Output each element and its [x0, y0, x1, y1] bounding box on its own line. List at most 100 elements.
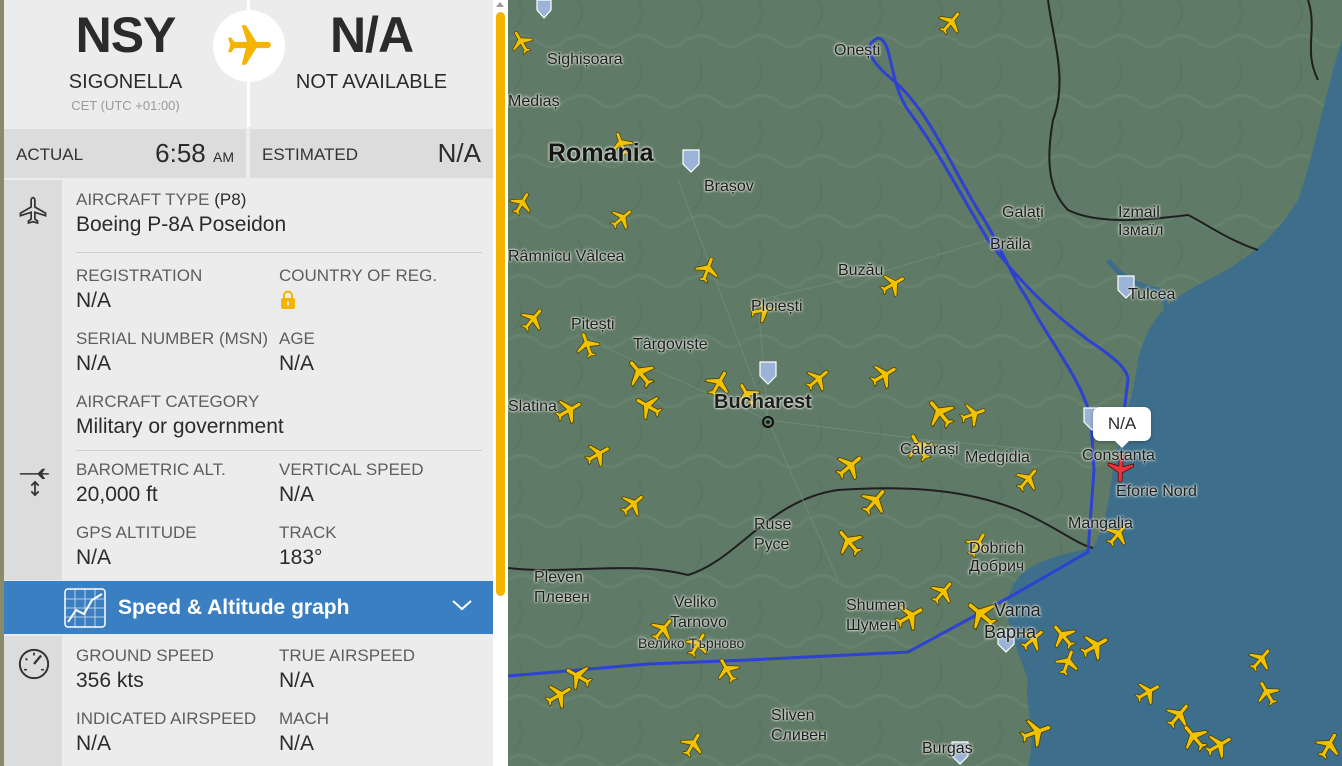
map-label-dobrich: Dobrich [969, 540, 1025, 557]
true-airspeed-value: N/A [279, 669, 315, 692]
vertical-speed-value: N/A [279, 483, 315, 506]
map-label-romania: Romania [548, 139, 654, 167]
map-label-pleven-bg: Плевен [534, 589, 590, 606]
map-label-sliven-bg: Сливен [771, 727, 827, 744]
registration-label: REGISTRATION [76, 266, 203, 285]
mach-label: MACH [279, 709, 330, 728]
scroll-thumb[interactable] [496, 12, 505, 596]
estimated-time-box: ESTIMATED N/A [250, 129, 493, 178]
ground-speed-field: GROUND SPEED 356 kts [76, 646, 214, 694]
baro-alt-label: BAROMETRIC ALT. [76, 460, 226, 479]
map-label-pleven: Pleven [534, 569, 583, 586]
map-label-braila: Brăila [990, 236, 1031, 253]
map-label-mangalia: Mangalia [1068, 515, 1133, 532]
track-value: 183° [279, 546, 323, 569]
aircraft-icon [19, 196, 47, 225]
aircraft-type-label: AIRCRAFT TYPE (P8) [76, 190, 286, 210]
indicated-airspeed-label: INDICATED AIRSPEED [76, 709, 257, 728]
map-label-tarnovo-bg: Велико Търново [638, 635, 745, 651]
track-field: TRACK 183° [279, 523, 337, 571]
actual-time-box: ACTUAL 6:58 AM [4, 129, 246, 178]
aircraft-type-code: (P8) [214, 190, 247, 209]
ground-speed-value: 356 kts [76, 669, 144, 692]
airplane-glyph [228, 25, 271, 65]
map-label-burgas: Burgas [922, 740, 973, 757]
map-canvas[interactable] [508, 0, 1342, 766]
estimated-time: N/A [437, 138, 481, 168]
altitude-icon [19, 468, 50, 497]
country-label: COUNTRY OF REG. [279, 266, 438, 285]
baro-alt-value: 20,000 ft [76, 483, 158, 506]
destination-city: NOT AVAILABLE [295, 71, 448, 93]
aircraft-type-field: AIRCRAFT TYPE (P8) Boeing P-8A Poseidon [76, 190, 286, 238]
true-airspeed-field: TRUE AIRSPEED N/A [279, 646, 415, 694]
map-label-veliko: Veliko [674, 594, 717, 611]
map-label-calarasi: Călărași [900, 441, 959, 458]
map-label-bucharest: Bucharest [714, 391, 812, 413]
msn-value: N/A [76, 352, 112, 375]
airplane-icon [213, 10, 285, 82]
aircraft-callout-label[interactable]: N/A [1093, 407, 1151, 448]
speed-details: GROUND SPEED 356 kts TRUE AIRSPEED N/A I… [4, 636, 493, 766]
map-label-varna-bg: Варна [984, 622, 1036, 642]
origin-airport[interactable]: NSY SIGONELLA CET (UTC +01:00) [4, 0, 247, 127]
map-label-shumen: Shumen [846, 597, 906, 614]
age-value: N/A [279, 352, 315, 375]
map-label-constanta: Constanța [1082, 447, 1155, 464]
chevron-down-icon [452, 600, 472, 611]
details-icon-column [4, 180, 62, 580]
gps-alt-label: GPS ALTITUDE [76, 523, 197, 542]
aircraft-details: AIRCRAFT TYPE (P8) Boeing P-8A Poseidon … [4, 180, 493, 580]
map-label-medgidia: Medgidia [965, 449, 1030, 466]
destination-code: N/A [329, 7, 414, 63]
map-label-ploiesti: Ploiești [751, 298, 803, 315]
route-header: NSY SIGONELLA CET (UTC +01:00) N/A NOT A… [4, 0, 493, 127]
speed-icon-column [4, 636, 62, 766]
graph-label: Speed & Altitude graph [118, 596, 350, 619]
ground-speed-label: GROUND SPEED [76, 646, 214, 665]
actual-label: ACTUAL [16, 145, 84, 164]
map-label-pitesti: Pitești [571, 316, 615, 333]
country-field: COUNTRY OF REG. [279, 266, 437, 315]
flight-tracker-app: NSY SIGONELLA CET (UTC +01:00) N/A NOT A… [0, 0, 1342, 766]
gps-alt-value: N/A [76, 546, 112, 569]
aircraft-type-value: Boeing P-8A Poseidon [76, 213, 287, 236]
destination-airport[interactable]: N/A NOT AVAILABLE [250, 0, 493, 127]
age-label: AGE [279, 329, 315, 348]
indicated-airspeed-field: INDICATED AIRSPEED N/A [76, 709, 256, 757]
category-field: AIRCRAFT CATEGORY Military or government [76, 392, 284, 440]
capital-marker-dot [766, 420, 770, 424]
map-label-medias: Mediaș [508, 93, 560, 110]
divider [76, 252, 482, 253]
map-label-tarnovo: Tarnovo [670, 614, 727, 631]
actual-time-value: 6:58 [155, 138, 206, 168]
vertical-speed-label: VERTICAL SPEED [279, 460, 424, 479]
estimated-label: ESTIMATED [262, 145, 359, 164]
map-label-eforie: Eforie Nord [1116, 483, 1197, 500]
graph-icon [64, 588, 106, 628]
origin-timezone: CET (UTC +01:00) [71, 98, 180, 113]
map-label-ruse: Ruse [754, 516, 792, 533]
category-value: Military or government [76, 415, 284, 438]
map-label-sliven: Sliven [771, 707, 815, 724]
map-label-tulcea: Tulcea [1128, 286, 1176, 303]
map-label-sighisoara: Sighișoara [547, 51, 623, 68]
category-label: AIRCRAFT CATEGORY [76, 392, 260, 411]
panel-scrollbar[interactable] [493, 0, 508, 766]
flight-map[interactable]: Romania Brașov Sighișoara Mediaș Onești … [508, 0, 1342, 766]
speedometer-icon [18, 648, 50, 680]
speed-altitude-graph-toggle[interactable]: Speed & Altitude graph [4, 581, 493, 634]
divider [76, 450, 482, 451]
map-label-izmail-uk: Ізмаїл [1118, 222, 1164, 239]
scroll-up-arrow[interactable] [496, 2, 504, 7]
lock-icon[interactable] [280, 290, 296, 310]
true-airspeed-label: TRUE AIRSPEED [279, 646, 416, 665]
map-label-varna: Varna [994, 600, 1041, 620]
map-label-dobrich-bg: Добрич [969, 558, 1025, 575]
map-label-shumen-bg: Шумен [846, 617, 898, 634]
panel-content: NSY SIGONELLA CET (UTC +01:00) N/A NOT A… [4, 0, 493, 766]
map-label-ruse-bg: Русе [754, 536, 790, 553]
map-label-galati: Galați [1002, 204, 1044, 221]
indicated-airspeed-value: N/A [76, 732, 112, 755]
msn-label: SERIAL NUMBER (MSN) [76, 329, 269, 348]
